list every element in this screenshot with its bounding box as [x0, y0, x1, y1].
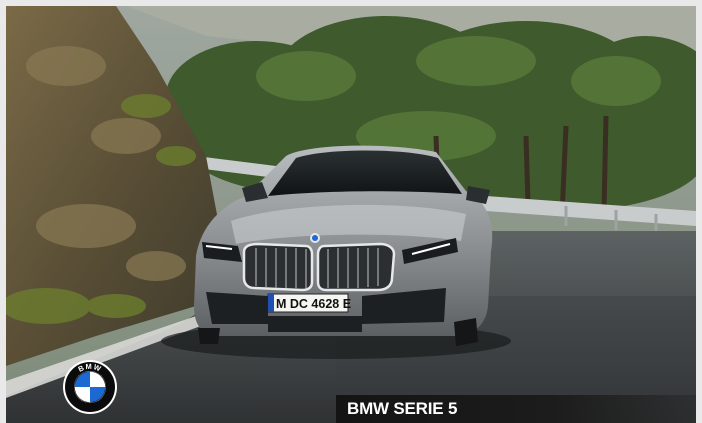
caption-title: BMW SERIE 5	[347, 399, 458, 418]
photo-frame: M DC 4628 E BMW BMW SERIE 5	[6, 6, 696, 423]
bmw-logo: BMW	[63, 360, 117, 414]
caption-banner: BMW SERIE 5	[336, 395, 696, 423]
license-plate-text: M DC 4628 E	[276, 297, 351, 311]
